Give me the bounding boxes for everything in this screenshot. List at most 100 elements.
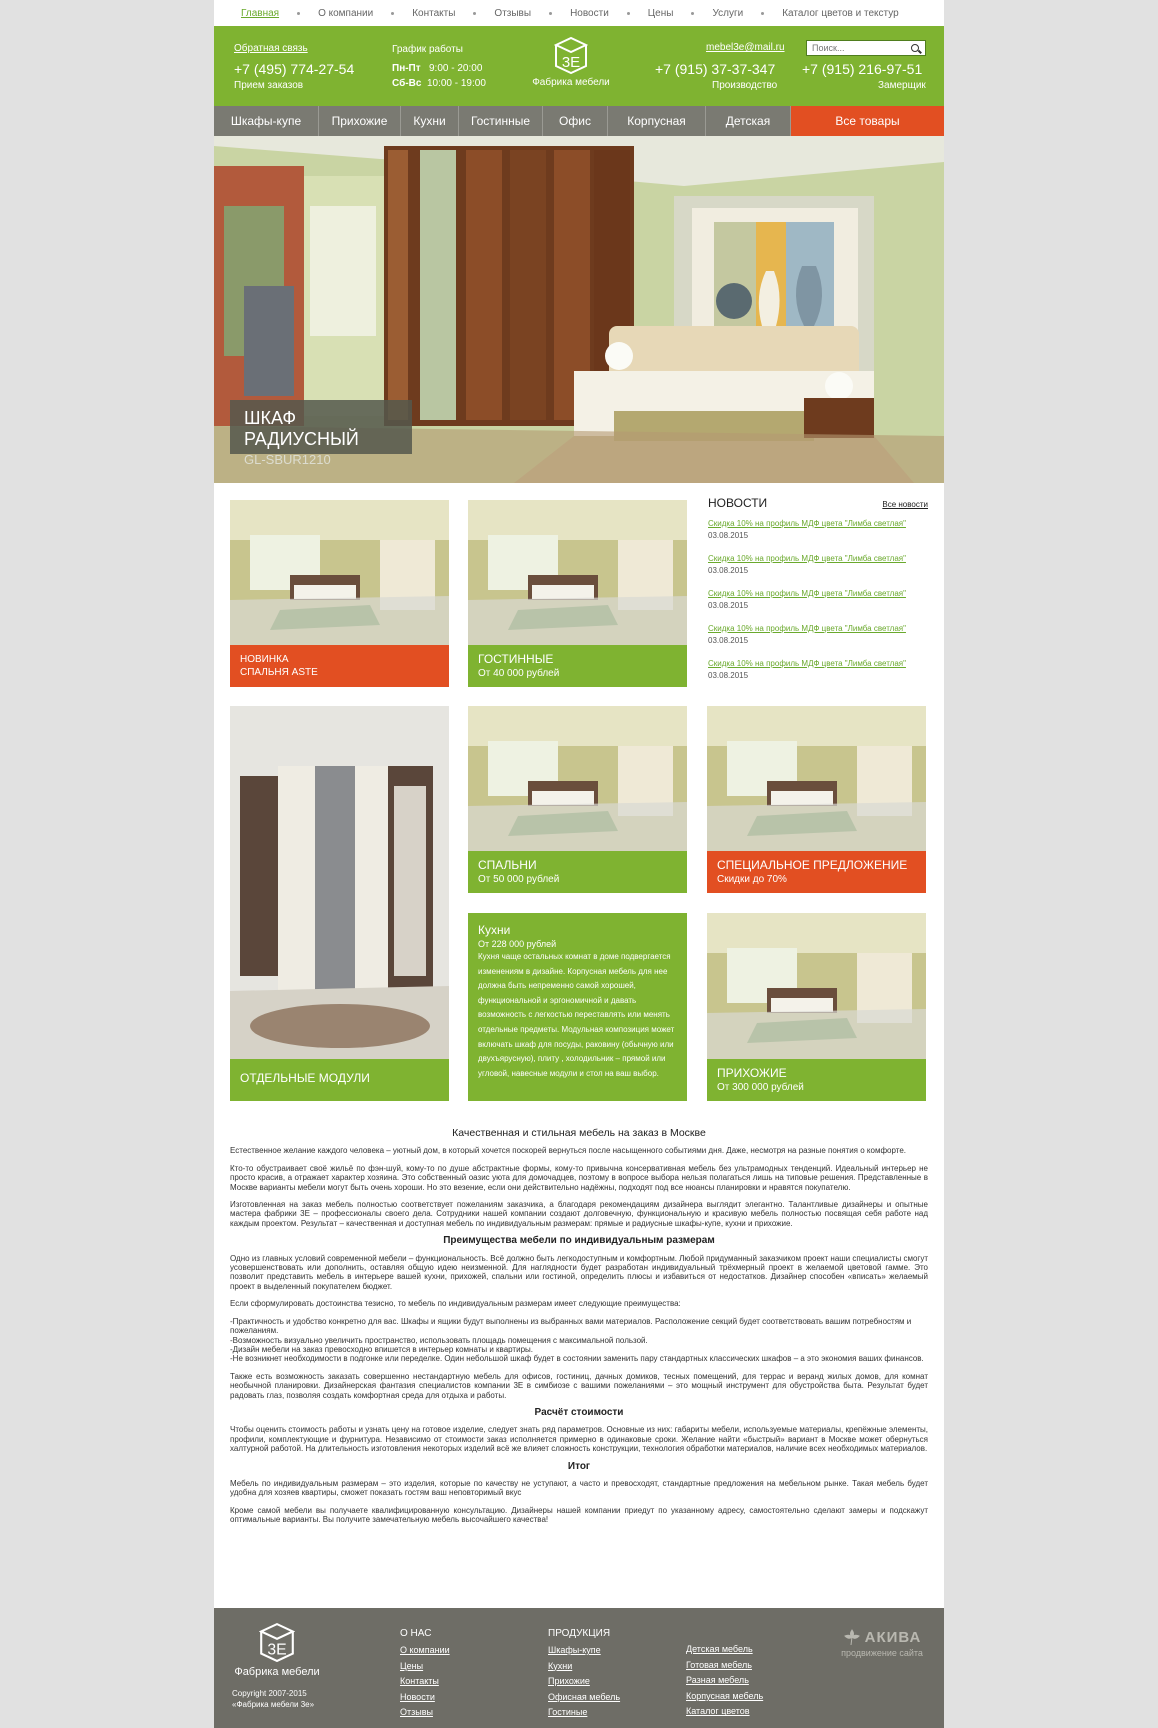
footer-link[interactable]: Прихожие xyxy=(548,1676,620,1686)
phone-orders[interactable]: +7 (495) 774-27-54 xyxy=(234,61,354,77)
copyright-line: «Фабрика мебели 3е» xyxy=(232,1700,315,1709)
article-paragraph: Чтобы оценить стоимость работы и узнать … xyxy=(230,1425,928,1454)
footer-link[interactable]: Новости xyxy=(400,1692,450,1702)
footer-link[interactable]: Офисная мебель xyxy=(548,1692,620,1702)
tile-special-offer[interactable]: Специальное предложение Скидки до 70% xyxy=(707,706,926,893)
tile-caption: Новинка СПАЛЬНЯ ASTE xyxy=(230,645,449,687)
news-date: 03.08.2015 xyxy=(708,566,749,575)
list-item: -Не возникнет необходимости в подгонке и… xyxy=(230,1354,924,1364)
topnav-about[interactable]: О компании xyxy=(318,8,373,19)
tile-hallways[interactable]: Прихожие От 300 000 рублей xyxy=(707,913,926,1101)
phone-production[interactable]: +7 (915) 37-37-347 xyxy=(655,61,775,77)
tile-title: Отдельные модули xyxy=(240,1071,370,1085)
menu-item-wardrobes[interactable]: Шкафы-купе xyxy=(214,106,319,136)
page: Главная О компании Контакты Отзывы Новос… xyxy=(214,0,944,1728)
footer-link[interactable]: Контакты xyxy=(400,1676,450,1686)
menu-item-cabinet[interactable]: Корпусная xyxy=(608,106,706,136)
news-item[interactable]: Скидка 10% на профиль МДФ цвета "Лимба с… xyxy=(708,624,928,645)
tile-new-bedroom[interactable]: Новинка СПАЛЬНЯ ASTE xyxy=(230,500,449,687)
list-item: -Дизайн мебели на заказ превосходно впиш… xyxy=(230,1344,533,1354)
footer-link[interactable]: Кухни xyxy=(548,1661,620,1671)
menu-item-kids[interactable]: Детская xyxy=(706,106,791,136)
search-box[interactable] xyxy=(806,40,926,56)
topnav-reviews[interactable]: Отзывы xyxy=(494,8,531,19)
flower-icon xyxy=(843,1628,861,1646)
logo[interactable]: 3Е Фабрика мебели xyxy=(526,36,616,96)
phone-measurer[interactable]: +7 (915) 216-97-51 xyxy=(802,61,922,77)
list-item: -Практичность и удобство конкретно для в… xyxy=(230,1316,912,1336)
separator-dot xyxy=(626,11,630,15)
topnav-services[interactable]: Услуги xyxy=(712,8,743,19)
topnav-catalog[interactable]: Каталог цветов и текстур xyxy=(782,8,898,19)
phone-production-note: Производство xyxy=(712,80,778,91)
hero-banner[interactable]: ШКАФ РАДИУСНЫЙ GL-SBUR1210 xyxy=(214,136,944,483)
footer: 3Е Фабрика мебели Copyright 2007-2015 «Ф… xyxy=(214,1608,944,1728)
footer-link[interactable]: Цены xyxy=(400,1661,450,1671)
feedback-link[interactable]: Обратная связь xyxy=(234,43,308,54)
menu-item-kitchens[interactable]: Кухни xyxy=(401,106,459,136)
tile-image xyxy=(707,706,926,851)
article-heading: Итог xyxy=(567,1460,591,1472)
article-heading: Расчёт стоимости xyxy=(534,1406,624,1418)
tile-bedrooms[interactable]: Спальни От 50 000 рублей xyxy=(468,706,687,893)
topnav-prices[interactable]: Цены xyxy=(648,8,674,19)
news-link[interactable]: Скидка 10% на профиль МДФ цвета "Лимба с… xyxy=(708,519,928,528)
tile-subtitle: СПАЛЬНЯ ASTE xyxy=(240,667,318,678)
topnav-contacts[interactable]: Контакты xyxy=(412,8,455,19)
seo-article: Качественная и стильная мебель на заказ … xyxy=(230,1125,928,1533)
news-date: 03.08.2015 xyxy=(708,531,749,540)
email-link[interactable]: mebel3e@mail.ru xyxy=(706,42,785,53)
footer-link[interactable]: Готовая мебель xyxy=(686,1660,763,1670)
news-link[interactable]: Скидка 10% на профиль МДФ цвета "Лимба с… xyxy=(708,589,928,598)
tile-modules[interactable]: Отдельные модули xyxy=(230,706,449,1101)
menu-item-office[interactable]: Офис xyxy=(543,106,608,136)
copyright-line: Copyright 2007-2015 xyxy=(232,1689,307,1698)
search-input[interactable] xyxy=(812,43,908,53)
footer-link[interactable]: О компании xyxy=(400,1645,450,1655)
hero-caption[interactable]: ШКАФ РАДИУСНЫЙ GL-SBUR1210 xyxy=(230,400,412,467)
news-item[interactable]: Скидка 10% на профиль МДФ цвета "Лимба с… xyxy=(708,554,928,575)
article-paragraph: Кроме самой мебели вы получаете квалифиц… xyxy=(230,1505,928,1525)
tile-living-rooms[interactable]: Гостинные От 40 000 рублей xyxy=(468,500,687,687)
menu-item-hallways[interactable]: Прихожие xyxy=(319,106,401,136)
tile-subtitle: От 228 000 рублей xyxy=(478,939,557,949)
phone-orders-note: Прием заказов xyxy=(234,80,304,91)
topnav-home[interactable]: Главная xyxy=(241,8,279,19)
agency-name: АКИВА xyxy=(864,1628,922,1646)
footer-link[interactable]: Разная мебель xyxy=(686,1675,763,1685)
agency-logo[interactable]: АКИВА продвижение сайта xyxy=(832,1628,932,1659)
separator-dot xyxy=(297,11,301,15)
footer-link[interactable]: Детская мебель xyxy=(686,1644,763,1654)
footer-link[interactable]: Каталог цветов xyxy=(686,1706,763,1716)
topnav-news[interactable]: Новости xyxy=(570,8,609,19)
all-news-link[interactable]: Все новости xyxy=(882,500,928,509)
news-item[interactable]: Скидка 10% на профиль МДФ цвета "Лимба с… xyxy=(708,659,928,680)
menu-item-all-products[interactable]: Все товары xyxy=(791,106,944,136)
footer-link[interactable]: Гостиные xyxy=(548,1707,620,1717)
separator-dot xyxy=(473,11,477,15)
footer-products: ПРОДУКЦИЯ Шкафы-купе Кухни Прихожие Офис… xyxy=(548,1628,620,1723)
article-heading: Качественная и стильная мебель на заказ … xyxy=(452,1127,706,1139)
main-menu: Шкафы-купе Прихожие Кухни Гостинные Офис… xyxy=(214,106,944,136)
footer-link[interactable]: Шкафы-купе xyxy=(548,1645,620,1655)
logo-name: Фабрика мебели xyxy=(532,77,610,88)
footer-link[interactable]: Корпусная мебель xyxy=(686,1691,763,1701)
news-link[interactable]: Скидка 10% на профиль МДФ цвета "Лимба с… xyxy=(708,624,928,633)
tile-subtitle: От 40 000 рублей xyxy=(478,668,560,679)
article-paragraph: Если сформулировать достоинства тезисно,… xyxy=(230,1299,681,1309)
news-link[interactable]: Скидка 10% на профиль МДФ цвета "Лимба с… xyxy=(708,554,928,563)
article-paragraph: Естественное желание каждого человека – … xyxy=(230,1146,906,1156)
footer-logo[interactable]: 3Е Фабрика мебели xyxy=(232,1622,322,1678)
news-link[interactable]: Скидка 10% на профиль МДФ цвета "Лимба с… xyxy=(708,659,928,668)
news-item[interactable]: Скидка 10% на профиль МДФ цвета "Лимба с… xyxy=(708,519,928,540)
news-item[interactable]: Скидка 10% на профиль МДФ цвета "Лимба с… xyxy=(708,589,928,610)
hero-subtitle: GL-SBUR1210 xyxy=(244,452,331,467)
footer-about: О НАС О компании Цены Контакты Новости О… xyxy=(400,1628,450,1723)
menu-item-living-rooms[interactable]: Гостинные xyxy=(459,106,543,136)
separator-dot xyxy=(691,11,695,15)
search-icon[interactable] xyxy=(911,44,919,52)
article-paragraph: Мебель по индивидуальным размерам – это … xyxy=(230,1478,928,1498)
tile-kitchens[interactable]: Кухни От 228 000 рублей Кухня чаще остал… xyxy=(468,913,687,1101)
footer-link[interactable]: Отзывы xyxy=(400,1707,450,1717)
news-title: НОВОСТИ xyxy=(708,496,768,510)
